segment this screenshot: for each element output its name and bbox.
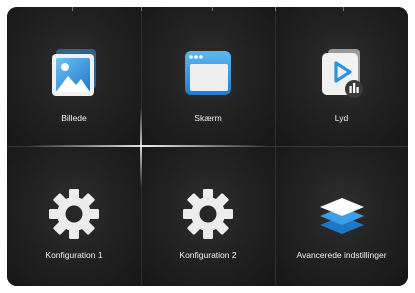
divider-highlight	[140, 107, 142, 187]
menu-tile-label: Konfiguration 1	[45, 250, 103, 260]
edge-marker	[212, 7, 213, 11]
menu-tile-configuration-1[interactable]: Konfiguration 1	[7, 146, 141, 286]
edge-marker	[72, 7, 73, 11]
menu-tile-label: Skærm	[194, 113, 222, 123]
menu-tile-label: Konfiguration 2	[179, 250, 237, 260]
menu-tile-label: Billede	[61, 113, 87, 123]
menu-tile-audio[interactable]: Lyd	[275, 7, 408, 146]
display-window-icon	[185, 51, 231, 95]
edge-marker	[275, 7, 276, 11]
audio-play-icon	[321, 49, 363, 98]
menu-tile-label: Lyd	[334, 113, 349, 123]
gear-icon	[183, 189, 233, 239]
picture-icon	[52, 49, 96, 96]
layers-icon	[319, 198, 364, 234]
divider-highlight	[27, 145, 267, 147]
menu-tile-display[interactable]: Skærm	[141, 7, 275, 146]
menu-panel: Billede Skærm Lyd Konfiguration 1 Konfig…	[7, 7, 408, 286]
gear-icon	[49, 189, 99, 239]
menu-tile-advanced-settings[interactable]: Avancerede indstillinger	[275, 146, 408, 286]
edge-marker	[141, 7, 142, 11]
menu-tile-configuration-2[interactable]: Konfiguration 2	[141, 146, 275, 286]
menu-tile-picture[interactable]: Billede	[7, 7, 141, 146]
menu-tile-label: Avancerede indstillinger	[296, 250, 387, 260]
edge-marker	[343, 7, 344, 11]
